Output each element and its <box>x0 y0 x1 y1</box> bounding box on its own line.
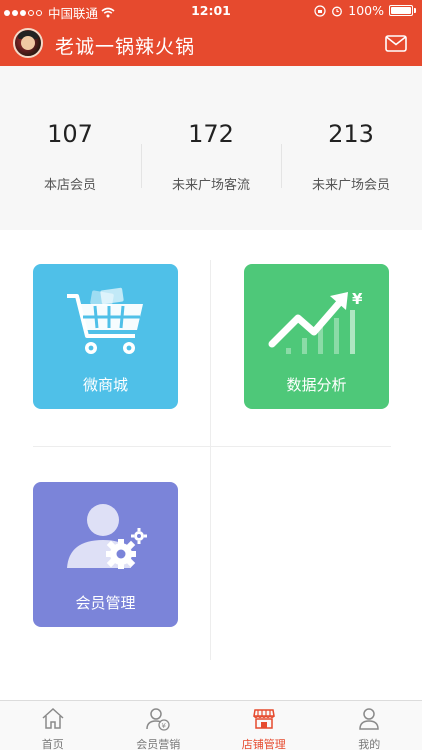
member-settings-icon <box>67 504 147 569</box>
tab-bar: 首页 ¥ 会员营销 店铺管理 我的 <box>0 700 422 750</box>
stat-plaza-members[interactable]: 213 未来广场会员 <box>281 66 421 230</box>
tile-data-analysis[interactable]: ¥ 数据分析 <box>244 264 389 409</box>
shopping-cart-icon <box>67 287 143 354</box>
battery-tip <box>414 8 416 13</box>
home-icon <box>42 707 64 729</box>
tab-label: 我的 <box>358 738 381 750</box>
stat-plaza-traffic[interactable]: 172 未来广场客流 <box>141 66 281 230</box>
tile-label: 微商城 <box>82 376 128 394</box>
alarm-icon <box>332 6 343 16</box>
member-marketing-icon: ¥ <box>146 708 170 731</box>
stat-store-members[interactable]: 107 本店会员 <box>0 66 140 230</box>
tile-label: 会员管理 <box>75 594 136 612</box>
stat-value: 172 <box>188 120 234 148</box>
battery-percent: 100% <box>348 3 384 18</box>
stats-panel: 107 本店会员 172 未来广场客流 213 未来广场会员 <box>0 66 422 230</box>
rotation-lock-icon <box>314 4 326 17</box>
grid-divider-horizontal <box>33 446 391 447</box>
status-right: 100% <box>314 3 416 18</box>
tile-micro-mall[interactable]: 微商城 <box>33 264 178 409</box>
tab-label: 店铺管理 <box>241 738 286 750</box>
page-title: 老诚一锅辣火锅 <box>55 36 196 58</box>
store-icon <box>252 709 275 729</box>
tab-store-management[interactable]: 店铺管理 <box>211 701 317 750</box>
tab-member-marketing[interactable]: ¥ 会员营销 <box>106 701 212 750</box>
status-bar: 中国联通 12:01 100% <box>0 0 422 22</box>
top-bar: 中国联通 12:01 100% 老诚一锅辣火锅 <box>0 0 422 66</box>
battery-icon <box>389 5 413 16</box>
grid-divider-vertical <box>210 260 211 660</box>
stat-label: 未来广场会员 <box>311 178 390 193</box>
app-header: 老诚一锅辣火锅 <box>0 22 422 66</box>
stat-value: 213 <box>328 120 374 148</box>
function-grid: 微商城 ¥ 数据分析 会员管理 <box>0 230 422 700</box>
tab-home[interactable]: 首页 <box>0 701 106 750</box>
mail-icon[interactable] <box>385 35 407 52</box>
profile-icon <box>359 708 380 730</box>
stat-value: 107 <box>47 120 93 148</box>
tile-member-management[interactable]: 会员管理 <box>33 482 178 627</box>
stat-label: 未来广场客流 <box>171 178 250 193</box>
svg-text:¥: ¥ <box>162 722 167 730</box>
svg-text:¥: ¥ <box>352 290 363 308</box>
stat-label: 本店会员 <box>43 178 96 193</box>
tile-label: 数据分析 <box>286 376 347 394</box>
tab-label: 首页 <box>41 738 64 750</box>
store-avatar[interactable] <box>13 28 43 58</box>
tab-label: 会员营销 <box>136 738 181 750</box>
tab-profile[interactable]: 我的 <box>317 701 422 750</box>
trend-chart-icon: ¥ <box>268 290 363 354</box>
